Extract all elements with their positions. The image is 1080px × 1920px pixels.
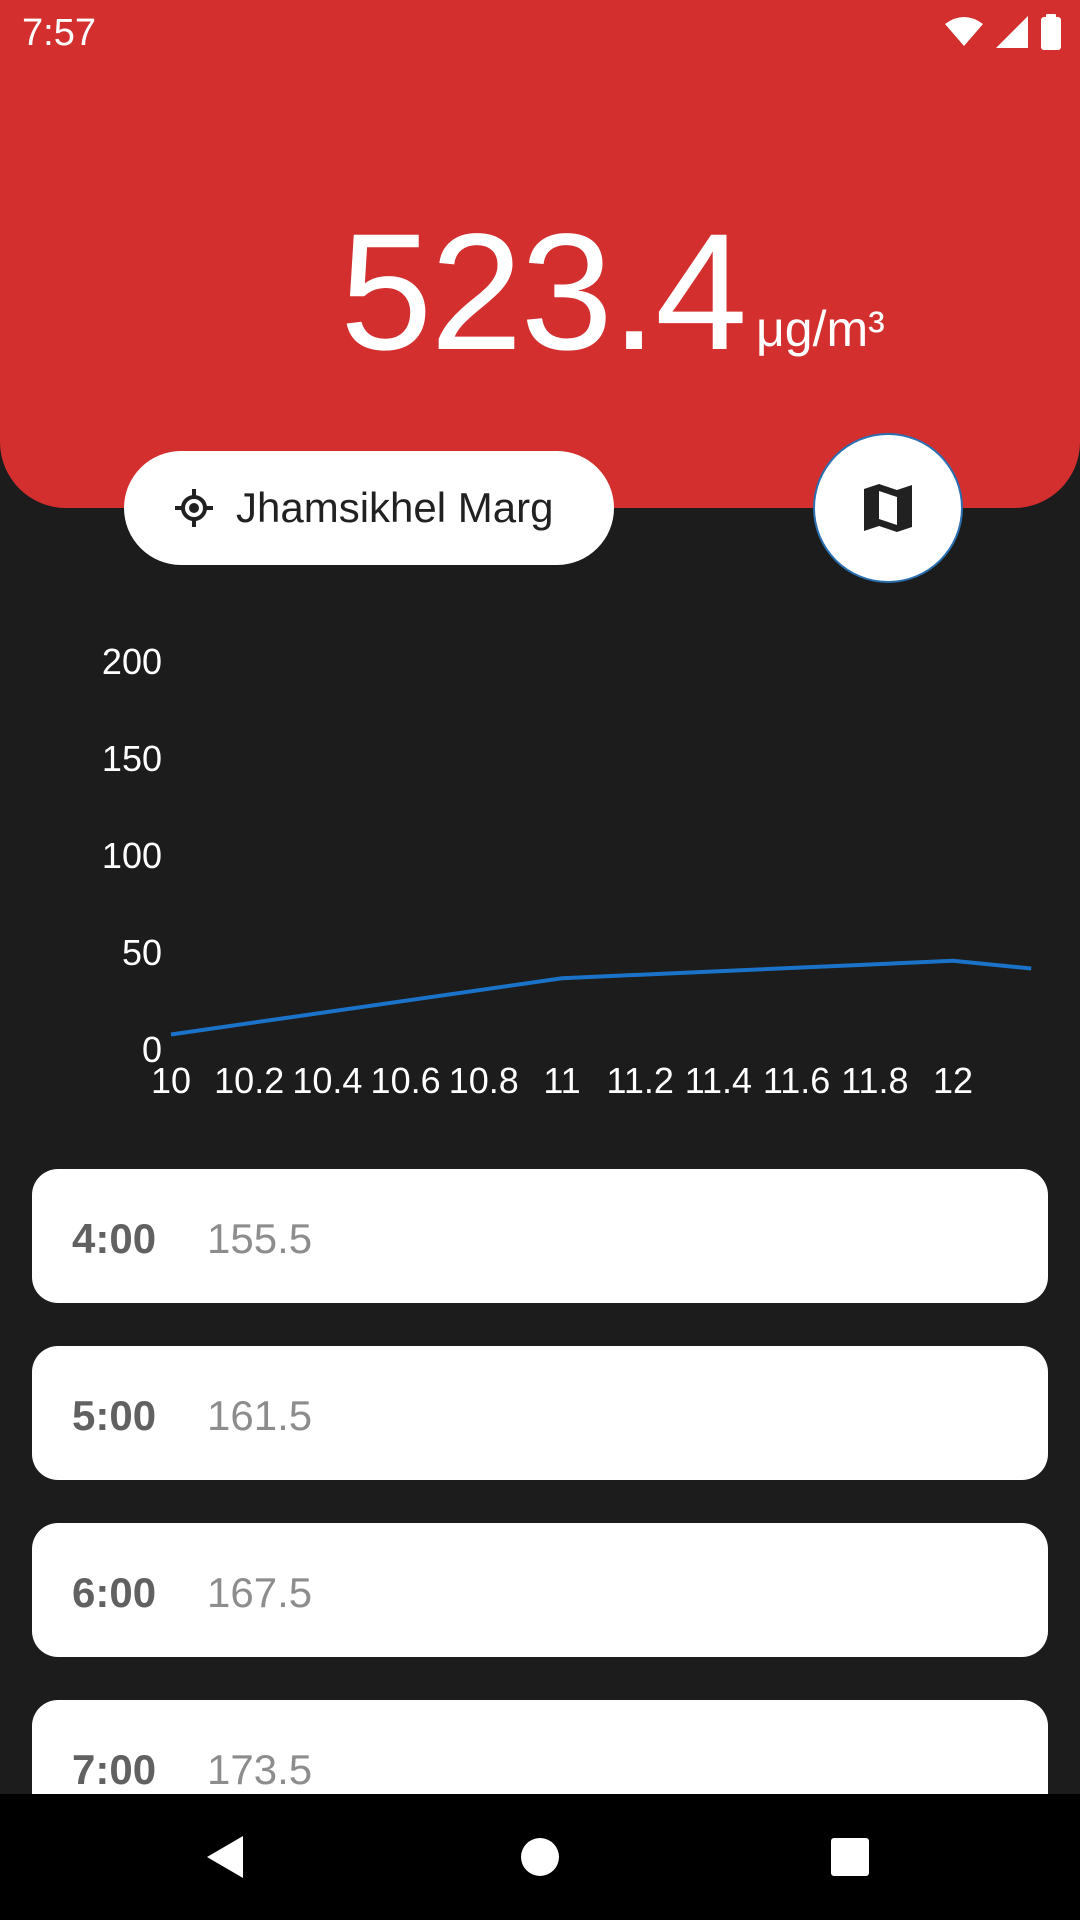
x-tick-label: 11.4 (684, 1060, 753, 1101)
pollution-chart: 0 50 100 150 200 10 10.2 10.4 10.6 10.8 11 11.2 11.… (0, 630, 1080, 1110)
reading-card[interactable]: 4:00 155.5 (32, 1169, 1048, 1303)
reading-value: 523.4 (340, 200, 747, 385)
recents-button[interactable] (770, 1794, 930, 1920)
chart-plot (170, 958, 1032, 1037)
y-tick-label: 50 (121, 932, 162, 973)
x-tick-label: 10.8 (448, 1060, 519, 1101)
aqi-header: 7:57 523.4 μg/m³ (0, 0, 1080, 508)
location-name: Jhamsikhel Marg (236, 484, 554, 531)
x-tick-label: 10.2 (214, 1060, 285, 1101)
x-tick-label: 10.6 (370, 1060, 441, 1101)
reading-card[interactable]: 5:00 161.5 (32, 1346, 1048, 1480)
reading-amount: 167.5 (207, 1569, 313, 1616)
reading-time: 7:00 (72, 1746, 157, 1793)
x-tick-label: 10.4 (292, 1060, 363, 1101)
reading-card[interactable]: 6:00 167.5 (32, 1523, 1048, 1657)
y-tick-label: 100 (101, 835, 162, 876)
y-tick-label: 150 (101, 738, 162, 779)
my-location-icon (175, 489, 213, 527)
location-chip[interactable]: Jhamsikhel Marg (124, 451, 614, 565)
x-tick-label: 11.2 (606, 1060, 674, 1101)
y-tick-label: 200 (101, 641, 162, 682)
map-button[interactable] (815, 435, 961, 581)
battery-icon (1041, 14, 1061, 50)
reading-amount: 161.5 (207, 1392, 313, 1439)
recents-icon (831, 1838, 869, 1876)
x-tick-label: 10 (150, 1060, 192, 1101)
reading-time: 6:00 (72, 1569, 157, 1616)
back-button[interactable] (145, 1794, 305, 1920)
home-icon (521, 1838, 559, 1876)
navigation-bar (0, 1794, 1080, 1920)
status-icons (944, 12, 1062, 52)
signal-icon (996, 16, 1028, 48)
reading-time: 4:00 (72, 1215, 157, 1262)
wifi-icon (945, 17, 983, 46)
status-time: 7:57 (22, 12, 96, 54)
status-bar: 7:57 (0, 0, 1080, 64)
reading-amount: 173.5 (207, 1746, 313, 1793)
reading-time: 5:00 (72, 1392, 157, 1439)
screen: 7:57 523.4 μg/m³ Jhamsikhel Marg 0 50 10… (0, 0, 1080, 1920)
map-icon (864, 484, 912, 532)
series-line (170, 958, 1032, 1037)
x-tick-label: 11.6 (762, 1060, 831, 1101)
reading-unit: μg/m³ (756, 301, 885, 357)
y-tick-label: 0 (141, 1029, 162, 1070)
pollution-reading: 523.4 μg/m³ (0, 210, 1080, 380)
x-tick-label: 11.8 (841, 1060, 909, 1101)
back-icon (207, 1836, 243, 1878)
x-tick-label: 12 (932, 1060, 974, 1101)
home-button[interactable] (460, 1794, 620, 1920)
reading-amount: 155.5 (207, 1215, 313, 1262)
x-tick-label: 11 (543, 1060, 581, 1101)
